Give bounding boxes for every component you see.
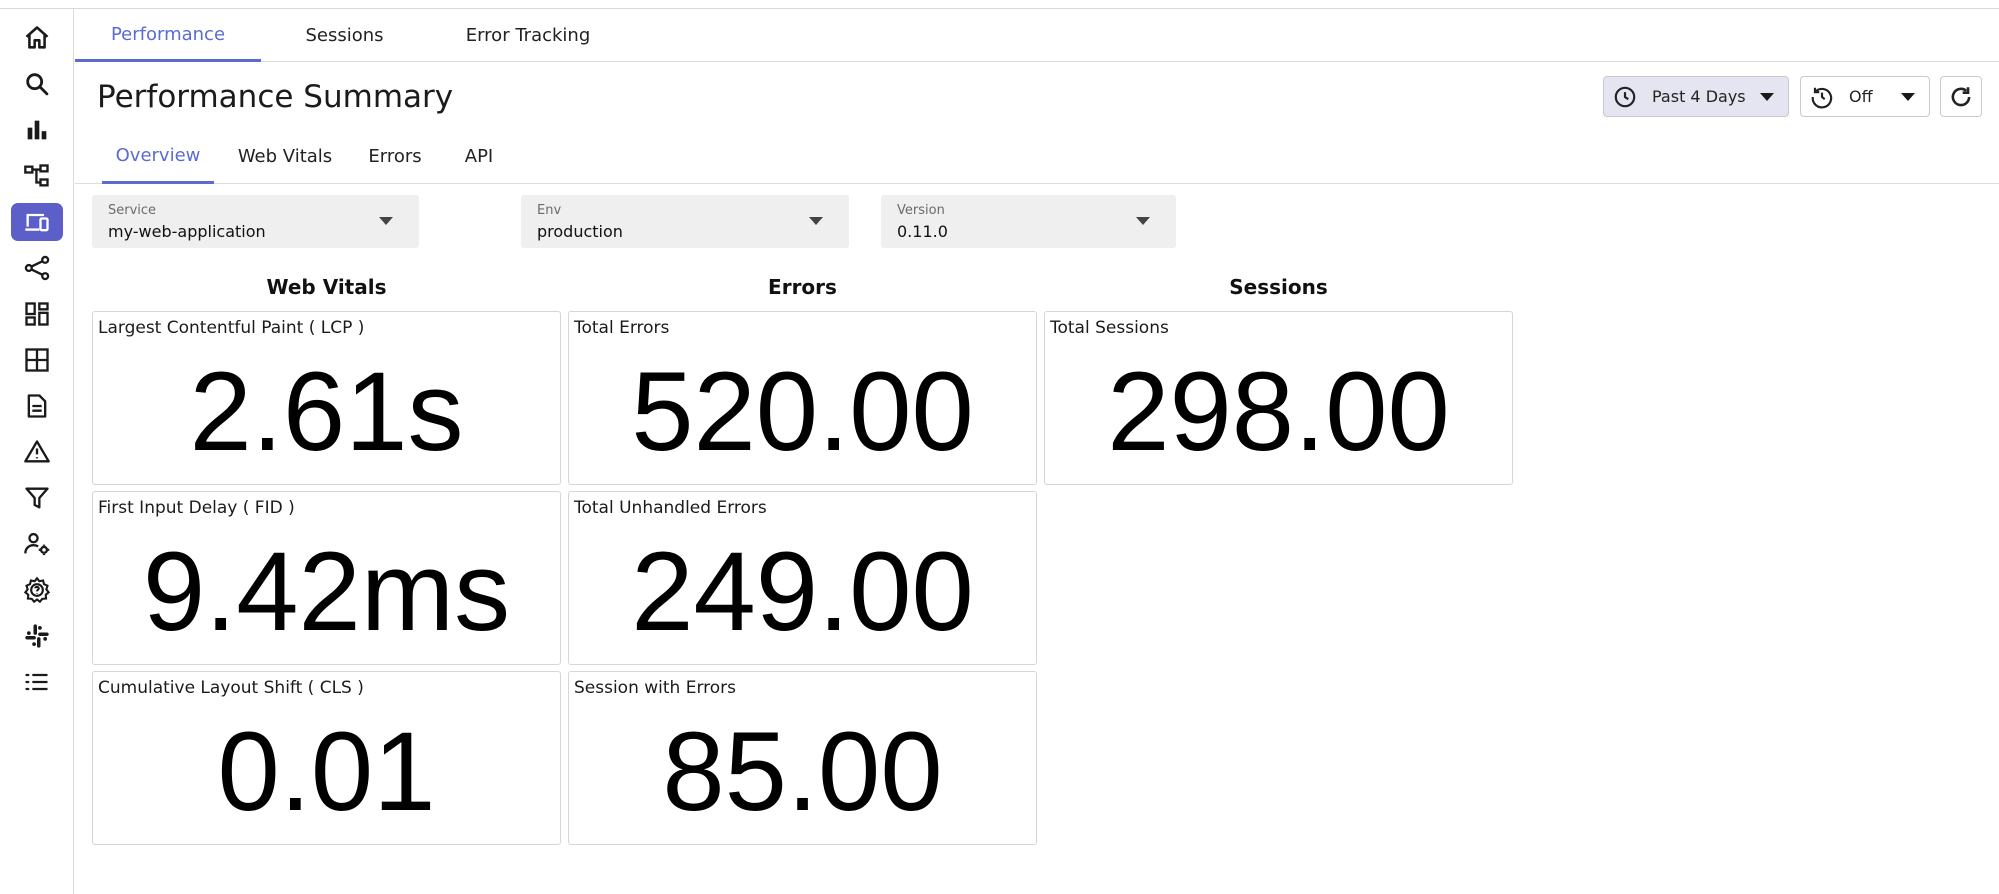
main-content: Performance Sessions Error Tracking Perf… (75, 9, 1999, 894)
document-icon[interactable] (11, 387, 63, 425)
tab-sessions[interactable]: Sessions (261, 9, 428, 62)
list-icon[interactable] (11, 663, 63, 701)
metric-title: Total Errors (574, 318, 670, 338)
metric-title: Largest Contentful Paint ( LCP ) (98, 318, 365, 338)
chevron-down-icon (379, 217, 393, 225)
service-map-icon[interactable] (11, 157, 63, 195)
home-icon[interactable] (11, 19, 63, 57)
metric-card-unhandled-errors: Total Unhandled Errors 249.00 (568, 491, 1037, 665)
tab-web-vitals[interactable]: Web Vitals (230, 129, 340, 184)
metric-card-sessions-with-errors: Session with Errors 85.00 (568, 671, 1037, 845)
metric-value: 249.00 (631, 529, 974, 654)
metric-title: Total Unhandled Errors (574, 498, 767, 518)
metric-card-lcp: Largest Contentful Paint ( LCP ) 2.61s (92, 311, 561, 485)
metric-title: Cumulative Layout Shift ( CLS ) (98, 678, 364, 698)
metric-value: 9.42ms (142, 529, 511, 654)
metric-title: Session with Errors (574, 678, 737, 698)
user-settings-icon[interactable] (11, 525, 63, 563)
help-gear-icon[interactable] (11, 571, 63, 609)
filter-icon[interactable] (11, 479, 63, 517)
chevron-down-icon (1760, 93, 1774, 101)
slack-icon[interactable] (11, 617, 63, 655)
top-tab-bar: Performance Sessions Error Tracking (75, 9, 1999, 62)
chevron-down-icon (1136, 217, 1150, 225)
clock-icon (1614, 86, 1636, 107)
refresh-clock-icon (1811, 87, 1833, 108)
tab-overview[interactable]: Overview (102, 129, 214, 184)
version-select-value: 0.11.0 (897, 222, 948, 241)
tab-performance[interactable]: Performance (75, 9, 261, 62)
metric-value: 298.00 (1107, 349, 1450, 474)
metric-title: Total Sessions (1050, 318, 1169, 338)
auto-refresh-select[interactable]: Off (1800, 76, 1930, 117)
time-range-label: Past 4 Days (1652, 87, 1746, 106)
refresh-icon (1951, 86, 1971, 106)
metric-title: First Input Delay ( FID ) (98, 498, 295, 518)
search-icon[interactable] (11, 65, 63, 103)
refresh-button[interactable] (1940, 76, 1982, 117)
metric-value: 85.00 (662, 709, 943, 834)
version-select-label: Version (897, 203, 945, 218)
chevron-down-icon (1901, 93, 1915, 101)
metric-card-cls: Cumulative Layout Shift ( CLS ) 0.01 (92, 671, 561, 845)
chevron-down-icon (809, 217, 823, 225)
metric-value: 520.00 (631, 349, 974, 474)
service-select-value: my-web-application (108, 222, 266, 241)
version-select[interactable]: Version 0.11.0 (881, 195, 1176, 248)
alert-icon[interactable] (11, 433, 63, 471)
dashboard-icon[interactable] (11, 295, 63, 333)
auto-refresh-label: Off (1849, 87, 1873, 106)
page-title: Performance Summary (97, 79, 454, 115)
time-range-select[interactable]: Past 4 Days (1603, 76, 1789, 117)
share-nodes-icon[interactable] (11, 249, 63, 287)
web-vitals-heading: Web Vitals (266, 275, 387, 299)
devices-icon[interactable] (11, 203, 63, 241)
metric-value: 2.61s (189, 349, 464, 474)
sub-tab-bar: Overview Web Vitals Errors API (75, 129, 1999, 184)
service-select[interactable]: Service my-web-application (92, 195, 419, 248)
metric-value: 0.01 (217, 709, 436, 834)
sidebar (0, 9, 74, 894)
tab-error-tracking[interactable]: Error Tracking (428, 9, 628, 62)
errors-heading: Errors (768, 275, 837, 299)
env-select-label: Env (537, 203, 562, 218)
env-select[interactable]: Env production (521, 195, 849, 248)
tab-api[interactable]: API (453, 129, 505, 184)
metric-card-total-errors: Total Errors 520.00 (568, 311, 1037, 485)
grid-icon[interactable] (11, 341, 63, 379)
metric-card-total-sessions: Total Sessions 298.00 (1044, 311, 1513, 485)
tab-errors[interactable]: Errors (360, 129, 430, 184)
env-select-value: production (537, 222, 623, 241)
bar-chart-icon[interactable] (11, 111, 63, 149)
sessions-heading: Sessions (1229, 275, 1328, 299)
metric-card-fid: First Input Delay ( FID ) 9.42ms (92, 491, 561, 665)
service-select-label: Service (108, 203, 157, 218)
